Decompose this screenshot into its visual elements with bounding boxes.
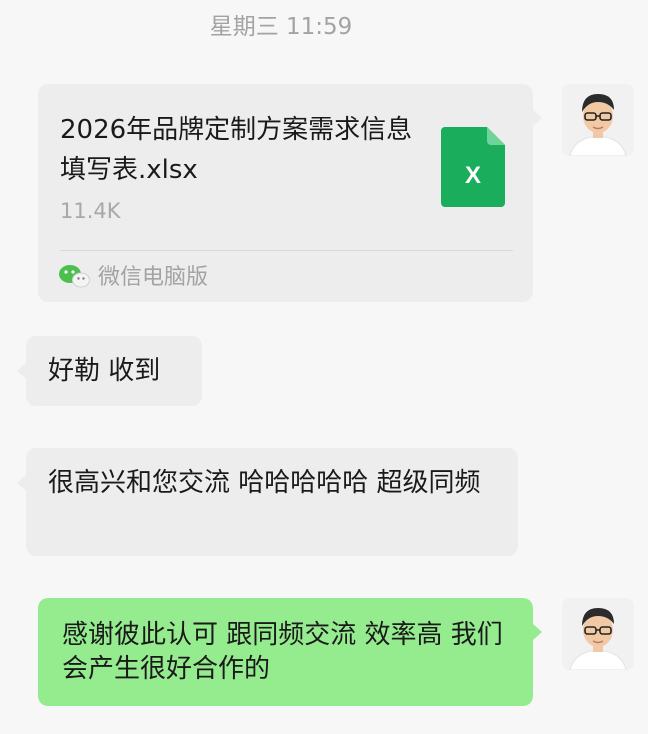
- excel-file-icon: X: [441, 127, 505, 207]
- excel-file-icon-letter: X: [465, 162, 481, 189]
- avatar[interactable]: [562, 598, 634, 670]
- received-message-bubble[interactable]: 很高兴和您交流 哈哈哈哈哈 超级同频: [17, 448, 518, 556]
- bubble-tail: [17, 363, 26, 379]
- wechat-icon: [59, 265, 90, 288]
- sent-message-bubble[interactable]: 感谢彼此认可 跟同频交流 效率高 我们会产生很好合作的: [38, 598, 542, 706]
- message-text: 感谢彼此认可 跟同频交流 效率高 我们会产生很好合作的: [62, 620, 503, 684]
- source-label: 微信电脑版: [98, 265, 209, 290]
- file-message-card[interactable]: 2026年品牌定制方案需求信息填写表.xlsx 11.4K X 微信电脑版: [38, 84, 542, 302]
- message-text: 很高兴和您交流 哈哈哈哈哈 超级同频: [48, 468, 481, 498]
- bubble-tail: [17, 475, 26, 491]
- card-divider: [60, 250, 513, 251]
- avatar-portrait-icon: [562, 84, 634, 156]
- avatar[interactable]: [562, 84, 634, 156]
- bubble-tail: [533, 110, 542, 126]
- bubble-tail: [533, 624, 542, 640]
- received-message-bubble[interactable]: 好勒 收到: [17, 336, 202, 406]
- file-name: 2026年品牌定制方案需求信息填写表.xlsx: [60, 115, 413, 185]
- message-text: 好勒 收到: [48, 356, 161, 386]
- file-size: 11.4K: [60, 199, 121, 223]
- message-timestamp: 星期三 11:59: [209, 14, 353, 40]
- avatar-portrait-icon: [562, 598, 634, 670]
